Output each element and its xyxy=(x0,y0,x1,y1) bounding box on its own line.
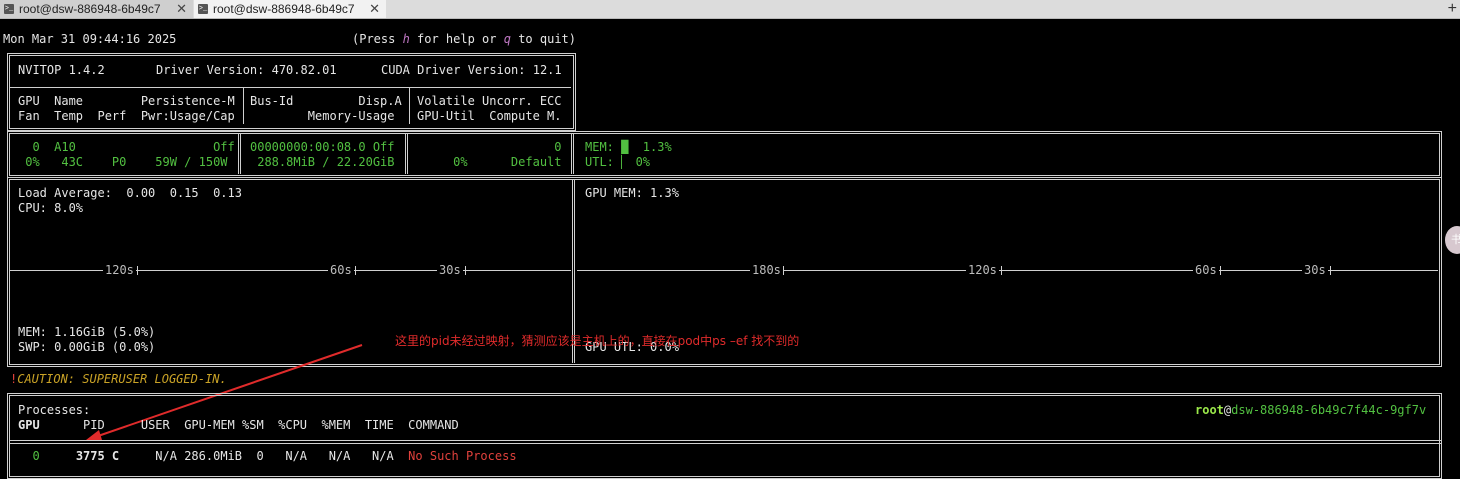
user-name: root xyxy=(1195,403,1224,417)
divider xyxy=(10,443,1441,444)
caution-line: !CAUTION: SUPERUSER LOGGED-IN. xyxy=(10,372,227,387)
caution-text: CAUTION: SUPERUSER LOGGED-IN. xyxy=(17,372,227,386)
col-pid: PID xyxy=(83,418,105,432)
host-name: dsw-886948-6b49c7f44c-9gf7v xyxy=(1231,403,1427,417)
row-rest: N/A 286.0MiB 0 N/A N/A N/A xyxy=(155,449,409,463)
user-host: root@dsw-886948-6b49c7f44c-9gf7v xyxy=(1195,403,1427,417)
divider xyxy=(10,440,1441,441)
row-gpu: 0 xyxy=(32,449,40,463)
process-table-header: GPU PID USER GPU-MEM %SM %CPU %MEM TIME … xyxy=(18,418,459,433)
row-pid: 3775 C xyxy=(75,449,120,463)
row-command: No Such Process xyxy=(408,449,517,463)
processes-title: Processes: xyxy=(18,403,91,417)
table-row[interactable]: 0 3775 C N/A 286.0MiB 0 N/A N/A N/A No S… xyxy=(18,449,517,464)
col-rest: USER GPU-MEM %SM %CPU %MEM TIME COMMAND xyxy=(140,418,459,432)
col-gpu: GPU xyxy=(18,418,40,432)
